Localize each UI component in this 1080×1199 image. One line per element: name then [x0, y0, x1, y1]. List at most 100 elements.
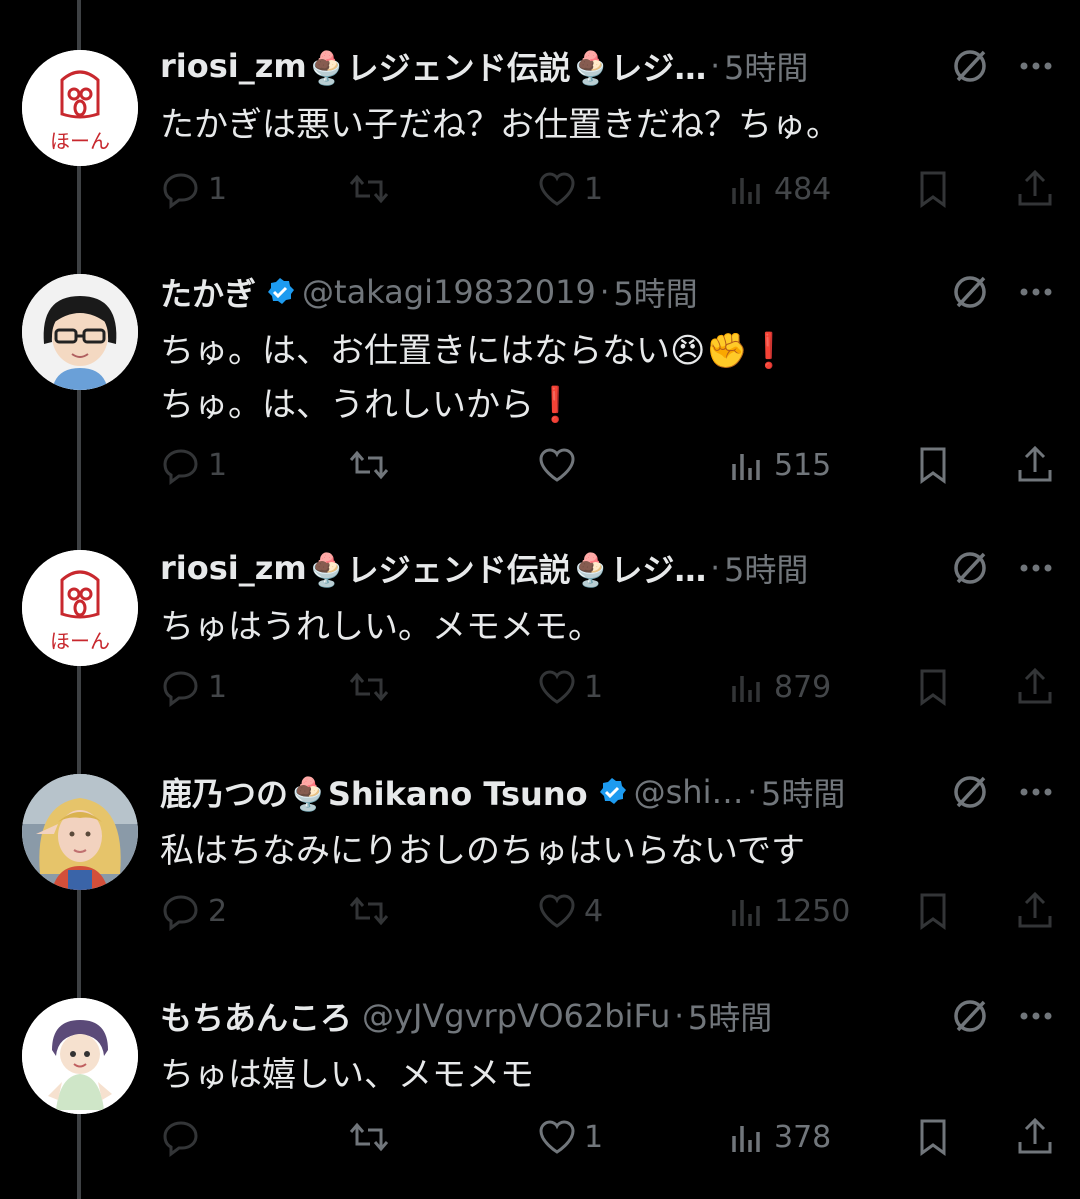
grok-icon[interactable] — [950, 996, 990, 1036]
avatar[interactable] — [22, 998, 138, 1114]
more-icon[interactable] — [1016, 278, 1056, 306]
bookmark-button[interactable] — [912, 662, 954, 712]
timestamp[interactable]: 5時間 — [724, 43, 808, 89]
reply-icon — [163, 671, 198, 707]
grok-icon[interactable] — [950, 772, 990, 812]
share-button[interactable] — [1014, 1112, 1056, 1162]
avatar[interactable] — [22, 774, 138, 890]
share-button[interactable] — [1014, 164, 1056, 214]
share-icon — [1018, 667, 1052, 704]
like-button[interactable] — [536, 440, 584, 490]
tweet-line: ちゅ。は、うれしいから❗ — [160, 385, 577, 425]
repost-button[interactable] — [348, 886, 396, 936]
views-button[interactable]: 515 — [726, 440, 831, 490]
heart-icon — [539, 172, 575, 206]
grok-icon[interactable] — [950, 548, 990, 588]
hoon-logo-text: ほーん — [50, 129, 110, 153]
display-name-suffix[interactable]: 🍨レジェンド伝説🍨レジ… — [307, 545, 707, 591]
handle[interactable]: @shi… — [634, 773, 744, 811]
tweet-header: riosi_zm 🍨レジェンド伝説🍨レジ… · 5時間 — [160, 546, 808, 590]
views-icon — [732, 676, 760, 702]
display-name[interactable]: riosi_zm — [160, 549, 307, 587]
display-name[interactable]: riosi_zm — [160, 47, 307, 85]
view-count: 378 — [774, 1119, 832, 1155]
verified-badge-icon — [599, 778, 626, 804]
like-count: 4 — [584, 893, 604, 929]
timestamp[interactable]: 5時間 — [761, 769, 845, 815]
views-button[interactable]: 378 — [726, 1112, 831, 1162]
like-count: 1 — [584, 669, 604, 705]
share-button[interactable] — [1014, 662, 1056, 712]
reply-button[interactable]: 1 — [160, 440, 227, 490]
share-button[interactable] — [1014, 886, 1056, 936]
avatar[interactable]: ほーん — [22, 50, 138, 166]
separator-dot: · — [710, 550, 720, 586]
display-name[interactable]: 鹿乃つの🍨Shikano Tsuno — [160, 769, 588, 815]
timestamp[interactable]: 5時間 — [688, 993, 772, 1039]
glasses-person-avatar — [22, 274, 138, 390]
bookmark-icon — [920, 893, 946, 930]
tweet-header: たかぎ @takagi19832019 · 5時間 — [160, 270, 698, 314]
heart-icon — [539, 1120, 575, 1154]
repost-icon — [349, 896, 389, 926]
like-button[interactable]: 4 — [536, 886, 603, 936]
tweet-header: もちあんころ @yJVgvrpVO62biFu · 5時間 — [160, 994, 772, 1038]
avatar[interactable] — [22, 274, 138, 390]
more-icon[interactable] — [1016, 52, 1056, 80]
like-count: 1 — [584, 1119, 604, 1155]
share-icon — [1018, 1117, 1052, 1154]
handle[interactable]: @takagi19832019 — [302, 273, 596, 311]
repost-button[interactable] — [348, 1112, 396, 1162]
verified-badge-icon — [268, 278, 295, 304]
handle[interactable]: @yJVgvrpVO62biFu — [362, 997, 670, 1035]
action-bar: 1 515 — [0, 440, 1080, 490]
like-button[interactable]: 1 — [536, 662, 603, 712]
repost-button[interactable] — [348, 440, 396, 490]
display-name[interactable]: もちあんころ — [160, 993, 352, 1039]
more-icon[interactable] — [1016, 778, 1056, 806]
tweet-header: 鹿乃つの🍨Shikano Tsuno @shi… · 5時間 — [160, 770, 845, 814]
share-icon — [1018, 891, 1052, 928]
reply-button[interactable] — [160, 1112, 208, 1162]
action-bar: 2 4 1250 — [0, 886, 1080, 936]
tweet-line: ちゅはうれしい。メモメモ。 — [160, 607, 602, 647]
grok-icon[interactable] — [950, 46, 990, 86]
heart-icon — [539, 670, 575, 704]
reply-button[interactable]: 1 — [160, 662, 227, 712]
heart-icon — [539, 448, 575, 482]
bookmark-button[interactable] — [912, 440, 954, 490]
share-button[interactable] — [1014, 440, 1056, 490]
display-name[interactable]: たかぎ — [160, 269, 256, 315]
timestamp[interactable]: 5時間 — [724, 545, 808, 591]
views-button[interactable]: 879 — [726, 662, 831, 712]
view-count: 1250 — [774, 893, 851, 929]
more-icon[interactable] — [1016, 1002, 1056, 1030]
reply-button[interactable]: 2 — [160, 886, 227, 936]
timestamp[interactable]: 5時間 — [613, 269, 697, 315]
bookmark-button[interactable] — [912, 1112, 954, 1162]
avatar[interactable]: ほーん — [22, 550, 138, 666]
share-icon — [1018, 169, 1052, 206]
view-count: 484 — [774, 171, 832, 207]
views-button[interactable]: 484 — [726, 164, 831, 214]
reply-icon — [163, 173, 198, 209]
reply-button[interactable]: 1 — [160, 164, 227, 214]
more-icon[interactable] — [1016, 554, 1056, 582]
repost-button[interactable] — [348, 164, 396, 214]
reply-count: 2 — [208, 893, 228, 929]
repost-button[interactable] — [348, 662, 396, 712]
view-count: 879 — [774, 669, 832, 705]
like-button[interactable]: 1 — [536, 1112, 603, 1162]
hoon-logo-avatar: ほーん — [22, 550, 138, 666]
like-button[interactable]: 1 — [536, 164, 603, 214]
tweet-text: ちゅはうれしい。メモメモ。 — [160, 600, 602, 654]
tweet-line: 私はちなみにりおしのちゅはいらないです — [160, 831, 805, 871]
repost-icon — [349, 174, 389, 204]
tweet-text: ちゅ。は、お仕置きにはならない😠✊❗ ちゅ。は、うれしいから❗ — [160, 324, 790, 432]
views-button[interactable]: 1250 — [726, 886, 850, 936]
views-icon — [732, 178, 760, 204]
bookmark-button[interactable] — [912, 886, 954, 936]
display-name-suffix[interactable]: 🍨レジェンド伝説🍨レジ… — [307, 43, 707, 89]
bookmark-button[interactable] — [912, 164, 954, 214]
grok-icon[interactable] — [950, 272, 990, 312]
